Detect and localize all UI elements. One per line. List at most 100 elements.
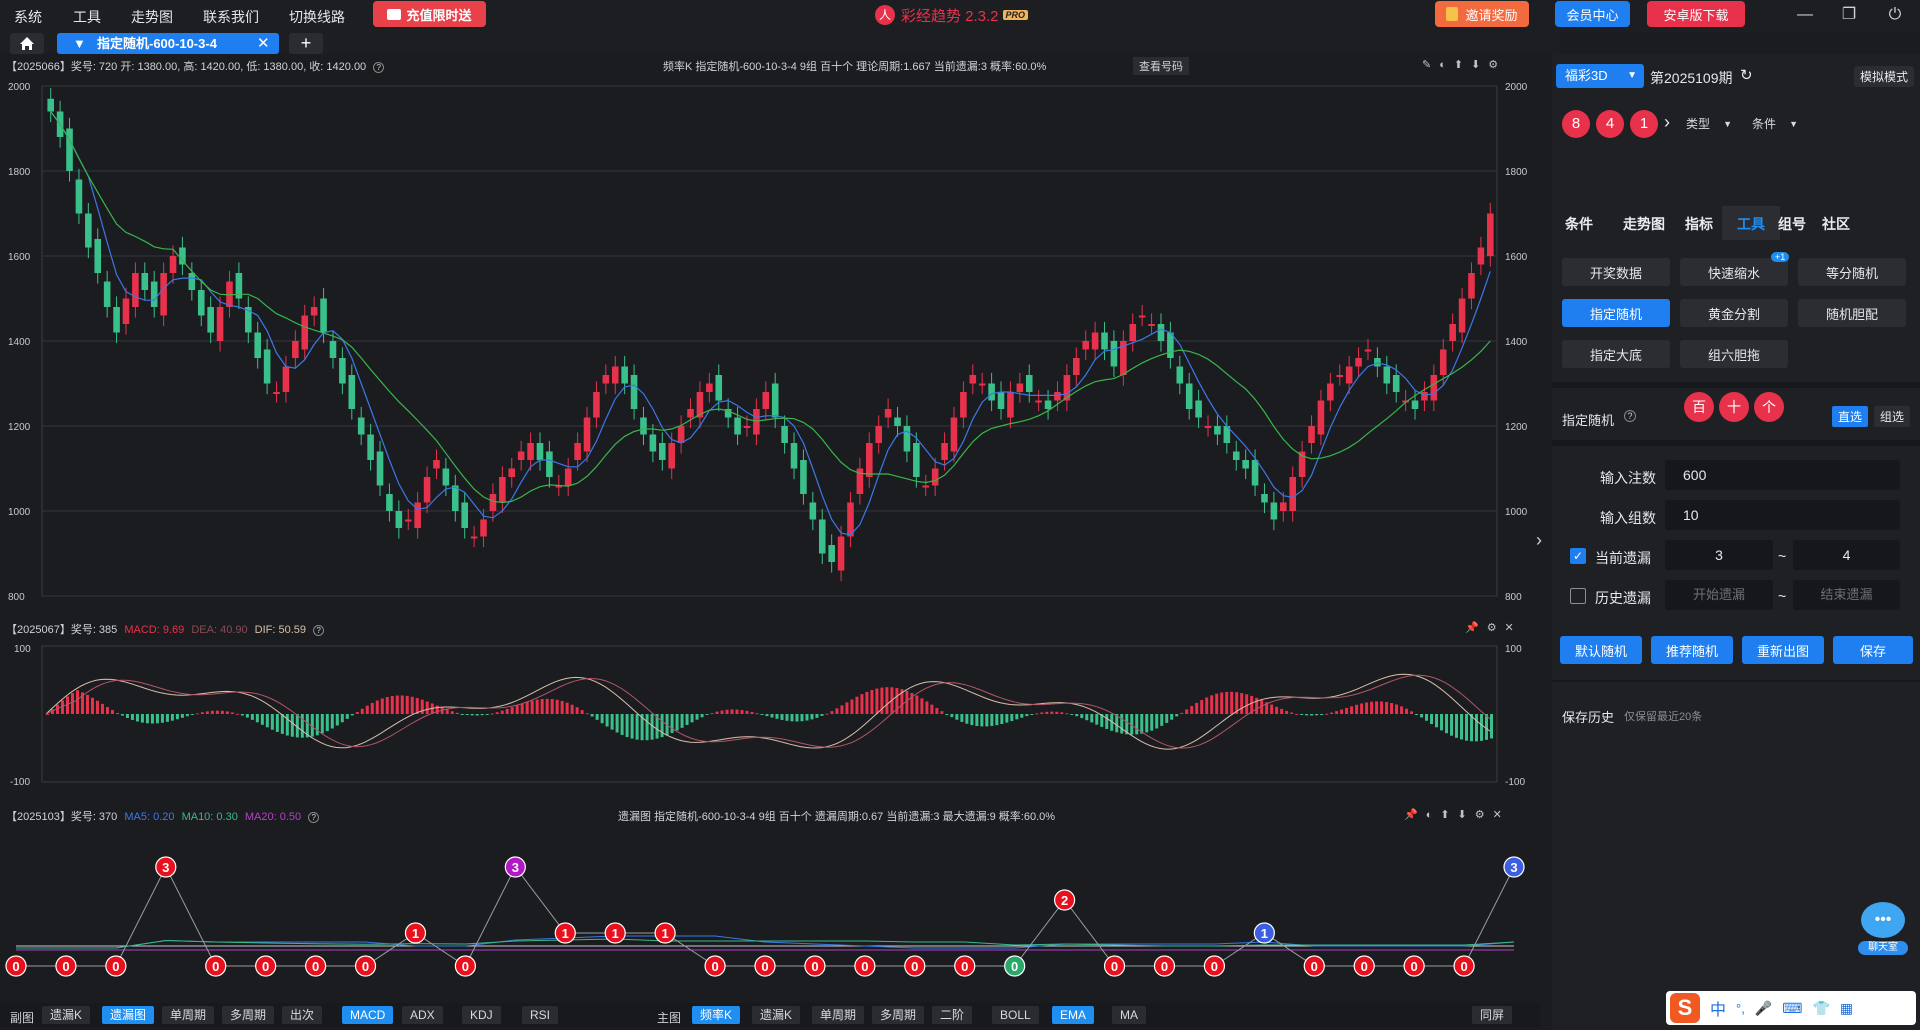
- candle-body: [593, 392, 600, 418]
- restore-icon[interactable]: ❐: [1838, 4, 1860, 26]
- same-screen-button[interactable]: 同屏: [1472, 1006, 1513, 1024]
- menu-contact[interactable]: 联系我们: [203, 7, 259, 27]
- sub-tab-miss-k[interactable]: 遗漏K: [42, 1006, 91, 1024]
- lottery-select[interactable]: 福彩3D ▼: [1556, 64, 1644, 88]
- candle-body: [132, 273, 139, 307]
- current-miss-to-input[interactable]: 4: [1793, 540, 1900, 570]
- invite-reward-button[interactable]: 邀请奖励: [1435, 1, 1529, 27]
- chart-tool-icons[interactable]: ✎◐⬆⬇⚙: [1422, 58, 1506, 71]
- sub-tab-kdj[interactable]: KDJ: [462, 1006, 501, 1024]
- main-tab-second-order[interactable]: 二阶: [932, 1006, 973, 1024]
- recommend-random-button[interactable]: 推荐随机: [1651, 636, 1733, 664]
- notes-input[interactable]: 600: [1665, 460, 1900, 490]
- add-tab-button[interactable]: +: [289, 33, 323, 54]
- macd-chart[interactable]: 100 -100 100 -100: [0, 638, 1540, 790]
- help-icon[interactable]: ?: [1624, 410, 1636, 422]
- position-hundreds[interactable]: 百: [1684, 392, 1714, 422]
- view-numbers-button[interactable]: 查看号码: [1133, 57, 1189, 75]
- menu-tools[interactable]: 工具: [73, 7, 101, 27]
- candle-body: [395, 511, 403, 528]
- sub-tab-miss-chart[interactable]: 遗漏图: [102, 1006, 155, 1024]
- candle-body: [94, 239, 102, 273]
- sub-tab-multi-period[interactable]: 多周期: [222, 1006, 275, 1024]
- simulation-mode-button[interactable]: 模拟模式: [1854, 66, 1915, 87]
- refresh-icon[interactable]: ↻: [1740, 66, 1753, 84]
- help-icon[interactable]: ?: [308, 812, 320, 823]
- ime-punct-icon[interactable]: °,: [1736, 1001, 1745, 1016]
- draw-data-button[interactable]: 开奖数据: [1562, 258, 1670, 286]
- sub-tab-adx[interactable]: ADX: [402, 1006, 443, 1024]
- skin-icon[interactable]: 👕: [1812, 1000, 1829, 1017]
- main-tab-ema[interactable]: EMA: [1052, 1006, 1095, 1024]
- candle-body: [866, 443, 873, 477]
- sub-tab-occurrences[interactable]: 出次: [282, 1006, 323, 1024]
- home-button[interactable]: [10, 33, 44, 54]
- save-button[interactable]: 保存: [1833, 636, 1913, 664]
- current-miss-from-input[interactable]: 3: [1665, 540, 1773, 570]
- designated-base-button[interactable]: 指定大底: [1562, 340, 1670, 368]
- tab-group-number[interactable]: 组号: [1778, 214, 1806, 234]
- type-dropdown[interactable]: 类型 ▼: [1676, 112, 1736, 136]
- position-units[interactable]: 个: [1754, 392, 1784, 422]
- golden-split-button[interactable]: 黄金分割: [1680, 299, 1788, 327]
- tab-trend-chart[interactable]: 走势图: [1623, 214, 1665, 234]
- default-random-button[interactable]: 默认随机: [1560, 636, 1642, 664]
- history-miss-checkbox[interactable]: [1570, 588, 1586, 604]
- tab-close-icon[interactable]: ✕: [257, 33, 270, 54]
- main-tab-miss-k[interactable]: 遗漏K: [752, 1006, 801, 1024]
- member-center-button[interactable]: 会员中心: [1555, 1, 1630, 27]
- direct-select-toggle[interactable]: 直选: [1832, 406, 1869, 427]
- chat-room-button[interactable]: ••• 聊天室: [1858, 902, 1908, 958]
- miss-chart[interactable]: 0 0 0 3 0 0 0 0 1 0 3 1 1 1 0 0 0 0 0 0 0 2 0 0 0 1 0 0 0 0 3: [0, 826, 1540, 1001]
- ime-chinese-mode[interactable]: 中: [1710, 996, 1726, 1020]
- macd-tool-icons[interactable]: 📌⚙✕: [1465, 621, 1522, 634]
- sub-tab-single-period[interactable]: 单周期: [162, 1006, 215, 1024]
- menu-system[interactable]: 系统: [14, 7, 42, 27]
- main-candle-chart[interactable]: 800 800 1000 1000 1200 1200 1400 1400 1600 1600 18…: [0, 76, 1540, 606]
- sub-tab-macd[interactable]: MACD: [342, 1006, 394, 1024]
- main-tab-single-period[interactable]: 单周期: [812, 1006, 865, 1024]
- ime-toolbar[interactable]: S 中 °, 🎤 ⌨ 👕 ▦: [1666, 991, 1916, 1025]
- collapse-panel-icon[interactable]: ›: [1536, 530, 1548, 554]
- tab-community[interactable]: 社区: [1822, 214, 1850, 234]
- current-miss-checkbox[interactable]: ✓: [1570, 548, 1586, 564]
- menu-switch-line[interactable]: 切换线路: [289, 7, 345, 27]
- regenerate-chart-button[interactable]: 重新出图: [1742, 636, 1824, 664]
- main-tab-ma[interactable]: MA: [1112, 1006, 1146, 1024]
- history-miss-to-input[interactable]: 结束遗漏: [1793, 580, 1900, 610]
- designated-random-button[interactable]: 指定随机: [1562, 299, 1670, 327]
- tab-tools[interactable]: 工具: [1737, 214, 1765, 234]
- minimize-icon[interactable]: —: [1794, 4, 1816, 26]
- groups-input[interactable]: 10: [1665, 500, 1900, 530]
- main-tab-boll[interactable]: BOLL: [992, 1006, 1039, 1024]
- tab-indicator[interactable]: 指标: [1685, 214, 1713, 234]
- condition-dropdown[interactable]: 条件 ▼: [1742, 112, 1802, 136]
- macd-bar: [1030, 714, 1034, 715]
- help-icon[interactable]: ?: [313, 625, 325, 636]
- help-icon[interactable]: ?: [373, 62, 385, 73]
- power-icon[interactable]: ⏻: [1884, 4, 1906, 26]
- macd-bar: [1065, 713, 1069, 715]
- tab-designated-random[interactable]: ▼ 指定随机-600-10-3-4 ✕: [57, 33, 279, 54]
- recharge-promo-button[interactable]: 充值限时送: [373, 1, 486, 27]
- grid-icon[interactable]: ▦: [1840, 1000, 1853, 1017]
- android-download-button[interactable]: 安卓版下载: [1647, 1, 1745, 27]
- sub-tab-rsi[interactable]: RSI: [522, 1006, 559, 1024]
- main-tab-freq-k[interactable]: 频率K: [692, 1006, 741, 1024]
- keyboard-icon[interactable]: ⌨: [1782, 1000, 1802, 1017]
- history-miss-from-input[interactable]: 开始遗漏: [1665, 580, 1773, 610]
- candle-body: [103, 281, 111, 307]
- microphone-icon[interactable]: 🎤: [1755, 1000, 1772, 1017]
- quick-shrink-button[interactable]: 快速缩水: [1680, 258, 1788, 286]
- chevron-right-icon[interactable]: ›: [1664, 112, 1670, 133]
- tab-condition[interactable]: 条件: [1565, 214, 1593, 234]
- random-dan-match-button[interactable]: 随机胆配: [1798, 299, 1906, 327]
- group-select-toggle[interactable]: 组选: [1874, 406, 1911, 427]
- menu-trend[interactable]: 走势图: [131, 7, 173, 27]
- equal-random-button[interactable]: 等分随机: [1798, 258, 1906, 286]
- position-tens[interactable]: 十: [1719, 392, 1749, 422]
- main-tab-multi-period[interactable]: 多周期: [872, 1006, 925, 1024]
- macd-bar: [835, 708, 839, 714]
- group6-dan-drag-button[interactable]: 组六胆拖: [1680, 340, 1788, 368]
- miss-tool-icons[interactable]: 📌◐⬆⬇⚙✕: [1404, 808, 1510, 821]
